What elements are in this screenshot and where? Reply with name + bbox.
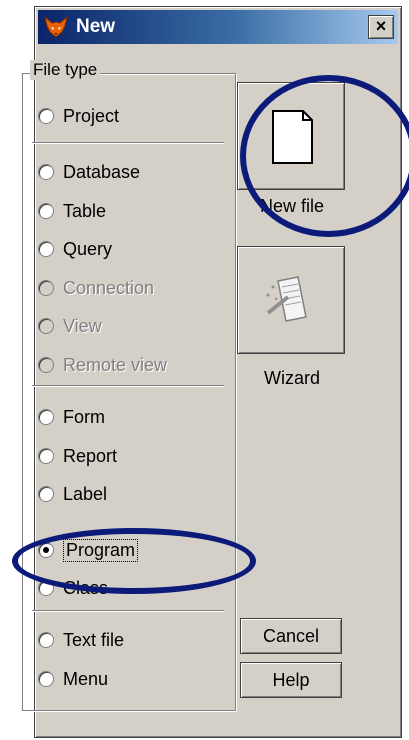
option-project[interactable]: Project (38, 103, 119, 129)
close-icon: × (375, 16, 387, 36)
radio-label[interactable] (38, 486, 54, 502)
option-label-project: Project (63, 105, 120, 126)
blank-page-icon (272, 110, 313, 164)
option-label-class: Class (63, 577, 109, 598)
separator (32, 385, 224, 387)
option-text-file[interactable]: Text file (38, 627, 124, 653)
new-file-button[interactable] (237, 82, 345, 190)
radio-menu[interactable] (38, 671, 54, 687)
separator (32, 610, 224, 612)
option-report[interactable]: Report (38, 443, 117, 469)
option-form[interactable]: Form (38, 404, 105, 430)
option-remote-view: Remote view (38, 352, 167, 378)
option-class[interactable]: Class (38, 575, 108, 601)
option-menu[interactable]: Menu (38, 666, 108, 692)
wand-page-icon (266, 276, 307, 322)
window-title: New (76, 16, 116, 37)
wizard-button[interactable] (237, 246, 345, 354)
option-label-label: Label (63, 483, 108, 504)
separator (32, 142, 224, 144)
radio-form[interactable] (38, 409, 54, 425)
option-label-connection: Connection (63, 277, 155, 298)
option-label-program: Program (63, 538, 139, 562)
option-label-form: Form (63, 406, 105, 427)
radio-report[interactable] (38, 448, 54, 464)
option-label-view: View (63, 315, 102, 336)
option-query[interactable]: Query (38, 236, 112, 262)
radio-query[interactable] (38, 241, 54, 257)
radio-class[interactable] (38, 580, 54, 596)
option-label-text-file: Text file (63, 629, 125, 650)
radio-text-file[interactable] (38, 632, 54, 648)
wizard-label: Wizard (263, 368, 320, 388)
option-label-query: Query (63, 238, 113, 259)
option-label-table: Table (63, 200, 107, 221)
fox-icon (44, 15, 68, 38)
title-bar[interactable]: New × (38, 10, 398, 44)
file-type-group-label: File type (30, 60, 101, 80)
radio-view (38, 318, 54, 334)
radio-remote-view (38, 357, 54, 373)
option-label-remote-view: Remote view (63, 354, 168, 375)
option-label-database: Database (63, 161, 141, 182)
option-label-menu: Menu (63, 668, 109, 689)
radio-table[interactable] (38, 203, 54, 219)
help-button[interactable]: Help (240, 662, 342, 698)
radio-program[interactable] (38, 542, 54, 558)
cancel-button[interactable]: Cancel (240, 618, 342, 654)
radio-project[interactable] (38, 108, 54, 124)
option-database[interactable]: Database (38, 159, 140, 185)
option-label[interactable]: Label (38, 481, 107, 507)
radio-database[interactable] (38, 164, 54, 180)
option-table[interactable]: Table (38, 198, 106, 224)
radio-connection (38, 280, 54, 296)
option-label-report: Report (63, 445, 118, 466)
option-program[interactable]: Program (38, 537, 139, 563)
option-connection: Connection (38, 275, 154, 301)
close-button[interactable]: × (368, 15, 394, 39)
option-view: View (38, 313, 102, 339)
new-file-label: New file (259, 196, 325, 216)
